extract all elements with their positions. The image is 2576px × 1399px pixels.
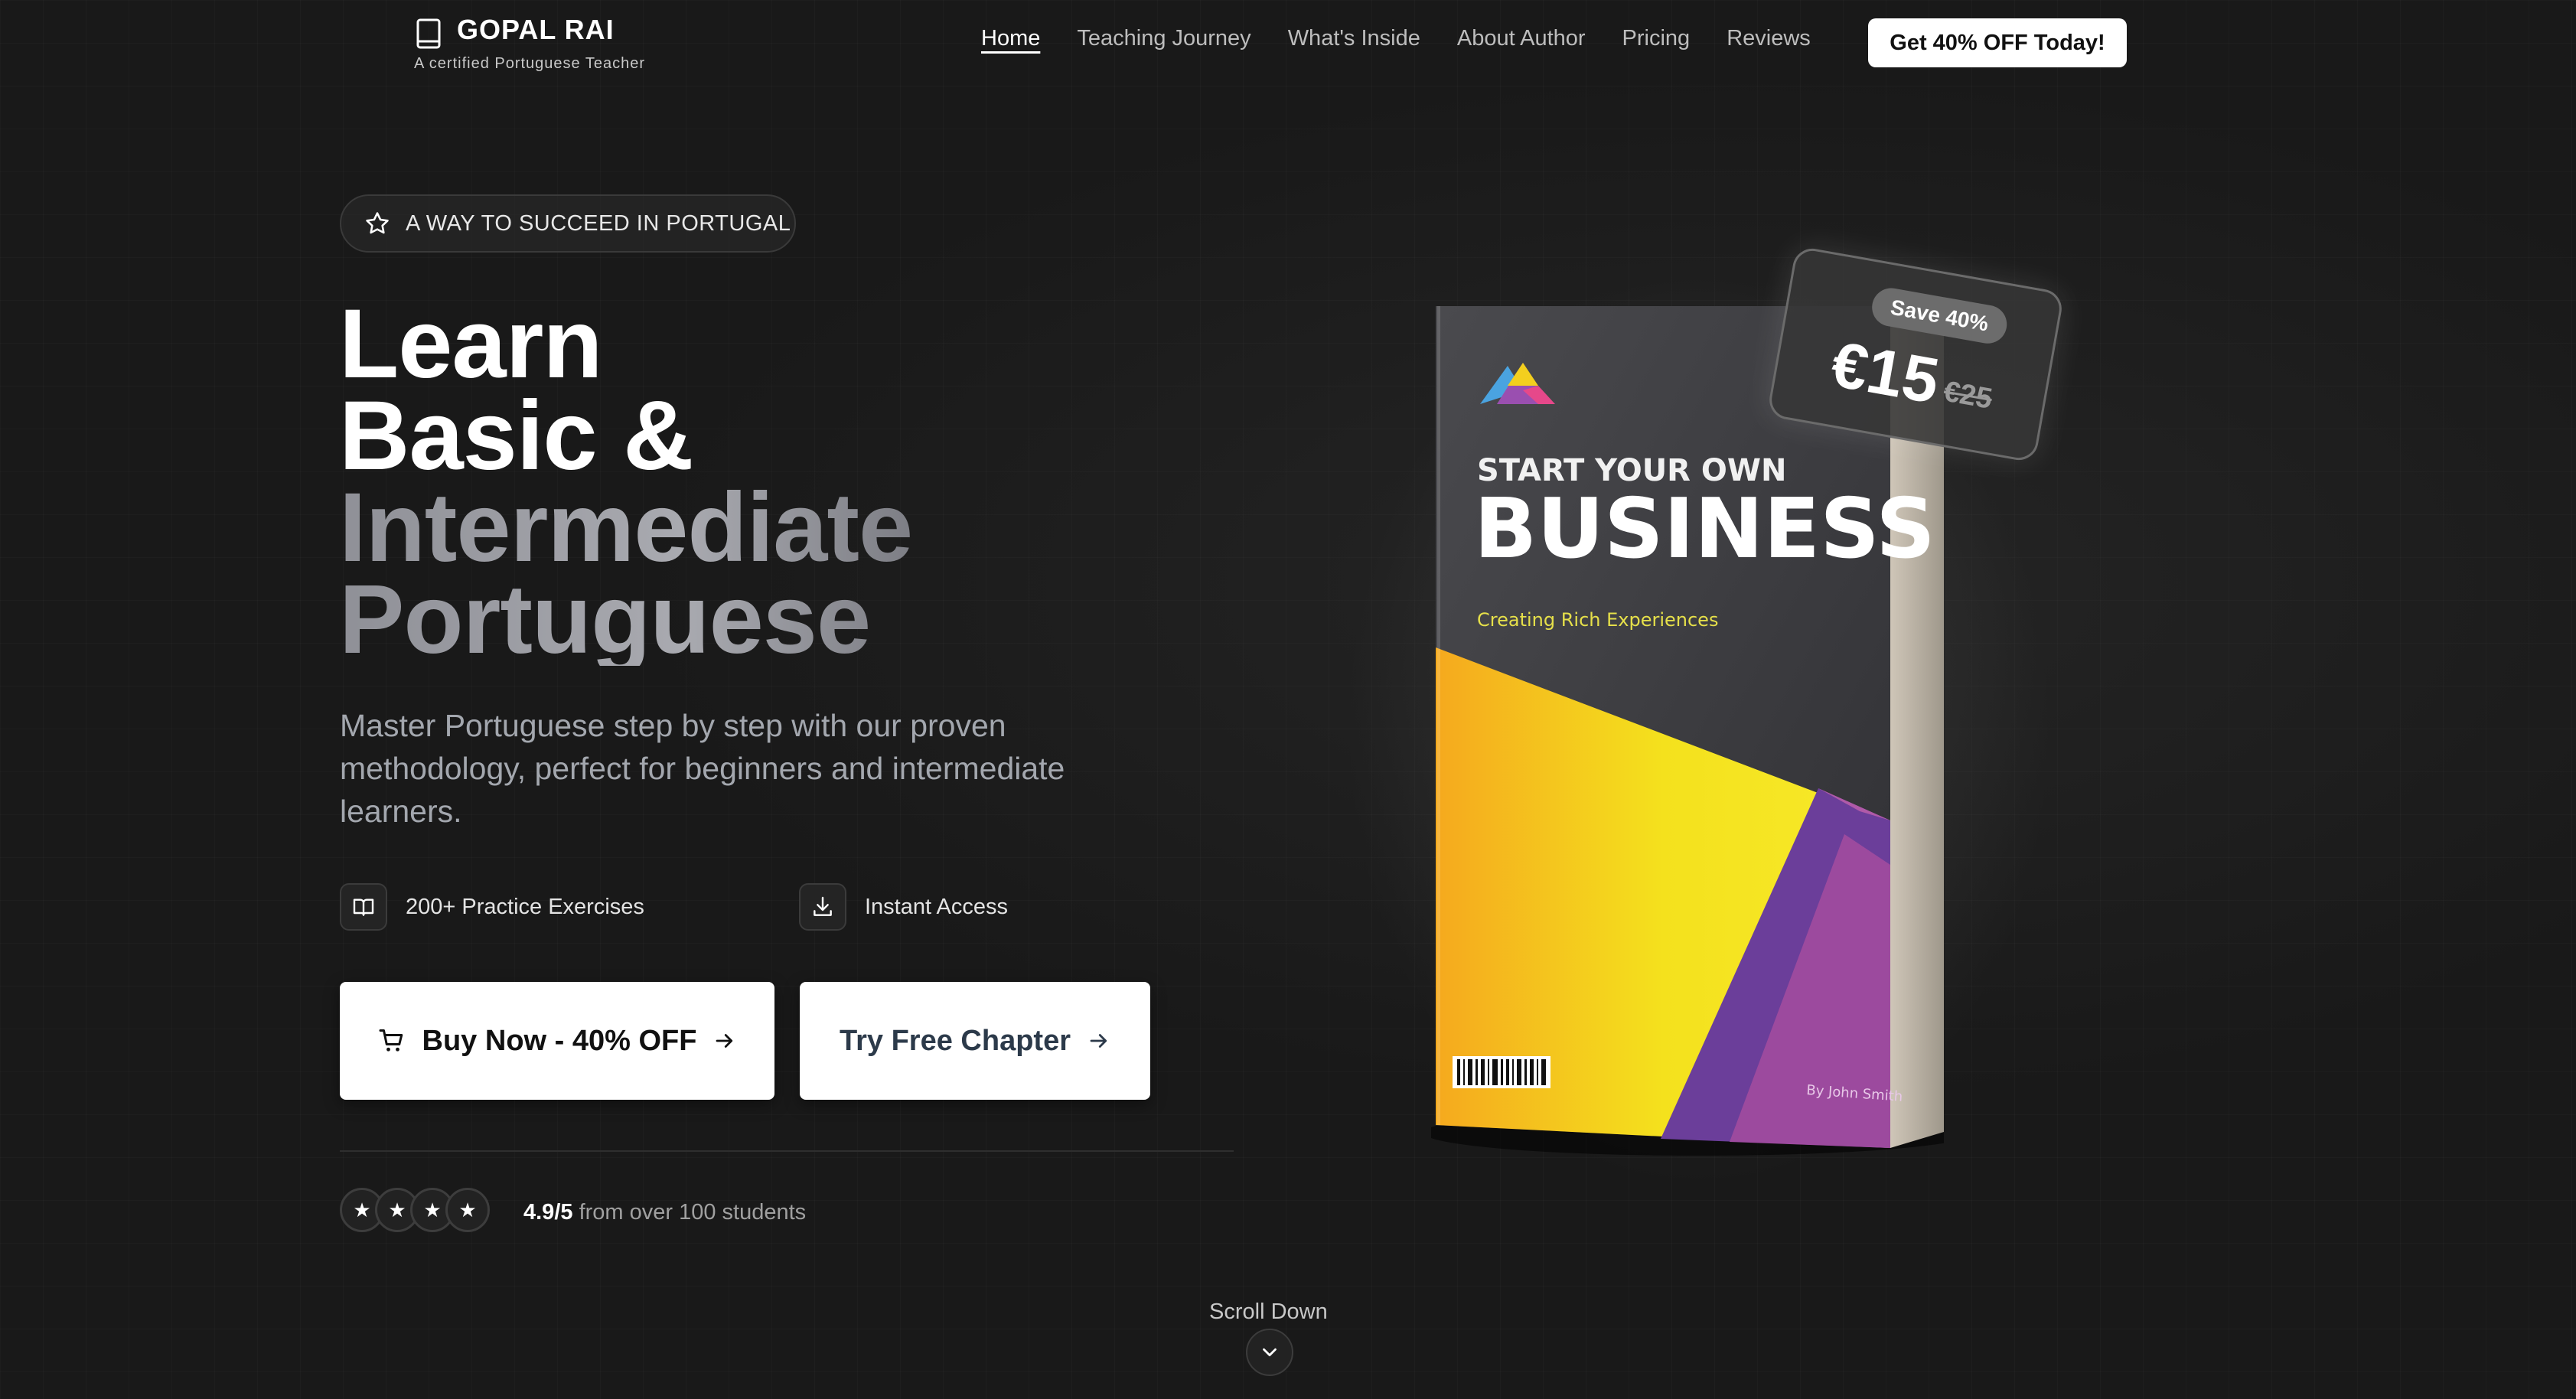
rating-summary: 4.9/5 from over 100 students (523, 1200, 806, 1225)
badge-label: A WAY TO SUCCEED IN PORTUGAL (406, 210, 791, 236)
brand-tagline: A certified Portuguese Teacher (414, 55, 646, 72)
nav-whats-inside[interactable]: What's Inside (1288, 26, 1420, 51)
divider (340, 1150, 1234, 1152)
open-book-icon (340, 883, 387, 931)
barcode-image (1453, 1056, 1550, 1088)
get-discount-button[interactable]: Get 40% OFF Today! (1868, 18, 2127, 67)
headline-line-3: Intermediate (339, 473, 913, 582)
main-nav: Home Teaching Journey What's Inside Abou… (981, 26, 1811, 51)
feature-label: 200+ Practice Exercises (406, 894, 644, 919)
download-icon (799, 883, 846, 931)
nav-teaching-journey[interactable]: Teaching Journey (1077, 26, 1251, 51)
rating-stars: ★ ★ ★ ★ (340, 1188, 490, 1232)
nav-pricing[interactable]: Pricing (1622, 26, 1691, 51)
feature-instant-access: Instant Access (799, 883, 1008, 931)
try-free-chapter-button[interactable]: Try Free Chapter (800, 982, 1150, 1100)
arrow-right-icon (1090, 1034, 1107, 1048)
nav-reviews[interactable]: Reviews (1727, 26, 1811, 51)
star-icon (366, 212, 389, 234)
nav-home[interactable]: Home (981, 26, 1040, 51)
cart-icon (379, 1029, 403, 1052)
book-title: BUSINESS (1474, 481, 1935, 577)
star-icon: ★ (445, 1188, 490, 1232)
headline-line-4: Portuguese (339, 571, 912, 669)
buy-now-label: Buy Now - 40% OFF (422, 1024, 697, 1057)
arrow-right-icon (716, 1034, 733, 1048)
hero-badge: A WAY TO SUCCEED IN PORTUGAL (340, 194, 796, 253)
scroll-down-label: Scroll Down (1209, 1300, 1328, 1324)
scroll-down-button[interactable] (1246, 1329, 1293, 1376)
book-subtitle: Creating Rich Experiences (1477, 609, 1718, 631)
buy-now-button[interactable]: Buy Now - 40% OFF (340, 982, 774, 1100)
hero-headline: Learn Basic & Intermediate Portuguese (339, 289, 913, 669)
feature-practice-exercises: 200+ Practice Exercises (340, 883, 644, 931)
feature-label: Instant Access (865, 894, 1008, 919)
rating-suffix: from over 100 students (579, 1200, 807, 1225)
nav-about-author[interactable]: About Author (1457, 26, 1586, 51)
try-free-label: Try Free Chapter (840, 1024, 1071, 1057)
book-icon (416, 18, 441, 49)
brand-name[interactable]: GOPAL RAI (457, 14, 615, 46)
hero-subcopy: Master Portuguese step by step with our … (340, 708, 1065, 829)
old-price: €25 (1941, 375, 1995, 416)
rating-score: 4.9/5 (523, 1200, 573, 1225)
chevron-down-icon (1263, 1348, 1277, 1357)
headline-line-1: Learn (339, 289, 603, 399)
headline-line-2: Basic & (339, 381, 694, 491)
current-price: €15 (1826, 328, 1945, 417)
